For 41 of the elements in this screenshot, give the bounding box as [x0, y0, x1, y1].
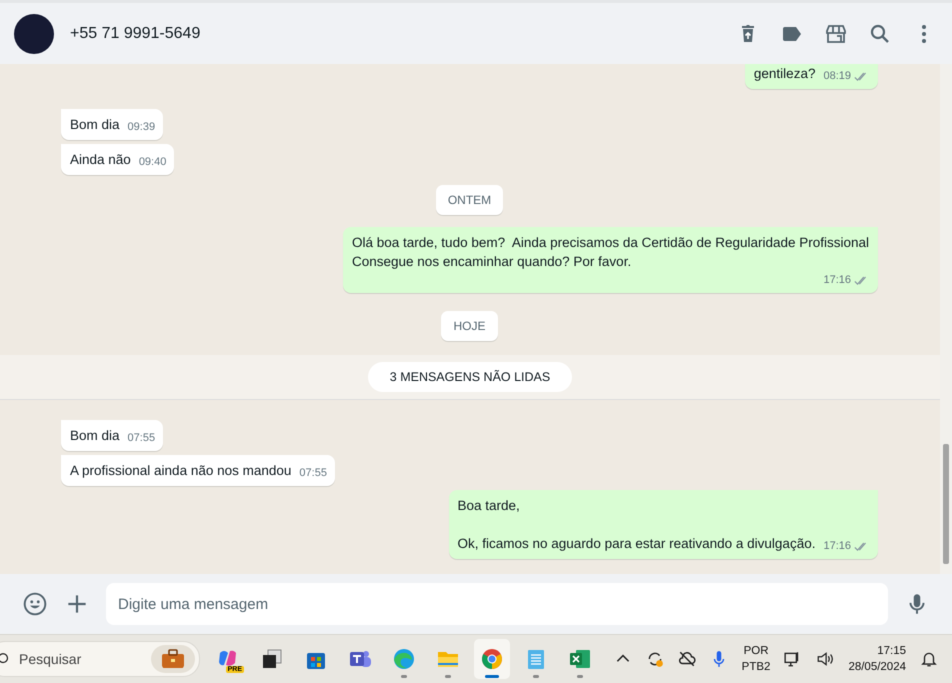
cloud-off-icon[interactable] [678, 650, 696, 668]
message-time: 09:39 [128, 120, 156, 135]
message-text: Bom dia [70, 427, 120, 445]
message-text: Olá boa tarde, tudo bem? Ainda precisamos da Certidão de Regularidade Profissional Consegue nos encaminhar quando? Por favor. [352, 234, 870, 271]
overlapping-windows-icon [260, 647, 284, 671]
scroll-thumb[interactable] [943, 444, 949, 564]
message-time: 07:55 [299, 466, 327, 481]
message-time: 17:16 [823, 539, 851, 554]
volume-icon[interactable] [816, 650, 834, 668]
emoji-icon[interactable] [22, 591, 48, 617]
language-indicator[interactable]: POR PTB2 [742, 643, 770, 675]
browser-logo-icon [480, 647, 504, 671]
bell-icon[interactable] [920, 650, 938, 668]
wave-logo-icon [392, 647, 416, 671]
date-separator: HOJE [441, 311, 498, 341]
message-text: Ainda não [70, 151, 131, 169]
message-text: A profissional ainda não nos mandou [70, 462, 292, 480]
sync-icon[interactable] [646, 650, 664, 668]
clock-date: 28/05/2024 [848, 660, 906, 675]
briefcase-icon [151, 645, 195, 673]
date-separator: ONTEM [436, 185, 504, 215]
search-placeholder: Pesquisar [19, 651, 82, 667]
scrollbar[interactable] [940, 64, 952, 574]
message-text: Bom dia [70, 116, 120, 134]
spreadsheet-icon [568, 647, 592, 671]
message-text: Boa tarde, Ok, ficamos no aguardo para estar reativando a divulgação. [458, 497, 816, 553]
message-input[interactable]: Digite uma mensagem [106, 583, 888, 625]
message-time: 09:40 [138, 155, 166, 170]
contact-avatar[interactable] [14, 14, 54, 54]
taskbar-search[interactable]: Pesquisar [0, 641, 200, 677]
message-time: 07:55 [128, 431, 156, 446]
unread-count: 3 MENSAGENS NÃO LIDAS [368, 362, 572, 392]
clock-time: 17:15 [877, 644, 906, 659]
search-icon [0, 652, 11, 666]
language-code: POR [744, 644, 769, 659]
message-time: 08:19 [823, 69, 851, 84]
contact-name[interactable]: +55 71 9991-5649 [70, 24, 200, 42]
language-code: PTB2 [742, 660, 770, 675]
message-time: 17:16 [823, 273, 851, 288]
message-text: gentileza? [754, 65, 816, 83]
taskbar-clock[interactable]: 17:15 28/05/2024 [848, 643, 906, 675]
